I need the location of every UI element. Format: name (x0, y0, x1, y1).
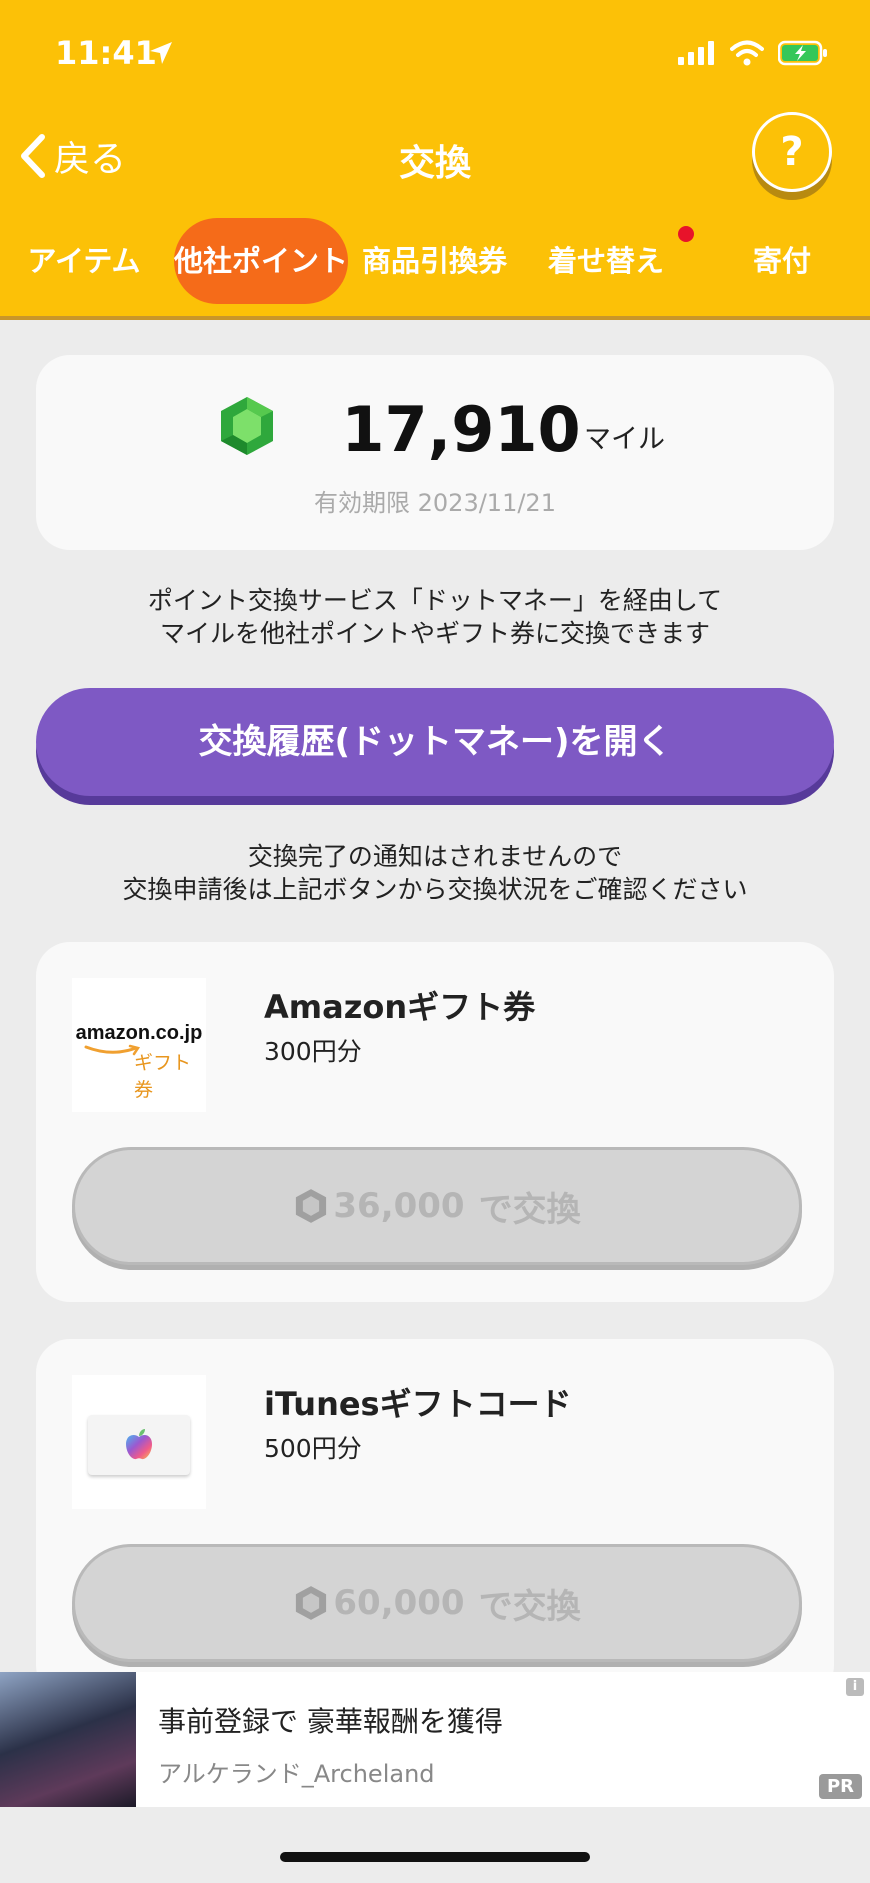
miles-unit: マイル (584, 424, 665, 455)
status-icons (678, 40, 828, 66)
ad-title: 事前登録で 豪華報酬を獲得 (158, 1705, 503, 1738)
gray-gem-icon (296, 1189, 327, 1223)
amazon-logo: amazon.co.jp ギフト券 (72, 978, 206, 1112)
exchange-button-itunes[interactable]: 60,000 で交換 (72, 1544, 802, 1662)
product-price: 300円分 (264, 1037, 362, 1066)
itunes-logo (72, 1375, 206, 1509)
exchange-cost: 36,000 (333, 1186, 465, 1226)
product-name: Amazonギフト券 (264, 988, 536, 1026)
exchange-button-amazon[interactable]: 36,000 で交換 (72, 1147, 802, 1265)
product-price: 500円分 (264, 1434, 362, 1463)
open-history-button[interactable]: 交換履歴(ドットマネー)を開く (36, 688, 834, 796)
battery-charging-icon (778, 40, 827, 66)
ad-banner[interactable]: 事前登録で 豪華報酬を獲得 アルケランド_Archeland i PR (0, 1672, 870, 1807)
exchange-action: で交換 (478, 1586, 581, 1627)
description-line-2: マイルを他社ポイントやギフト券に交換できます (159, 619, 710, 648)
ad-image (0, 1672, 136, 1807)
tab-themes[interactable]: 着せ替え (544, 218, 668, 304)
signal-icon (678, 41, 714, 65)
tab-other-points[interactable]: 他社ポイント (174, 218, 348, 304)
miles-balance: 17,910 (341, 393, 581, 466)
expiry-date: 有効期限 2023/11/21 (314, 489, 556, 517)
status-time: 11:41 (55, 34, 157, 72)
ad-subtitle: アルケランド_Archeland (158, 1760, 435, 1788)
home-indicator (280, 1852, 590, 1862)
amazon-logo-text: amazon.co.jp (75, 1022, 203, 1044)
ad-info-icon[interactable]: i (846, 1678, 864, 1696)
notification-badge (678, 226, 694, 242)
service-description: ポイント交換サービス「ドットマネー」を経由して マイルを他社ポイントやギフト券に… (0, 584, 870, 650)
description-line-1: ポイント交換サービス「ドットマネー」を経由して (147, 586, 723, 615)
notice-line-2: 交換申請後は上記ボタンから交換状況をご確認ください (122, 875, 748, 904)
exchange-cost: 60,000 (333, 1583, 465, 1623)
product-name: iTunesギフトコード (264, 1385, 572, 1423)
amazon-logo-subtext: ギフト券 (134, 1052, 192, 1101)
apple-logo-icon (126, 1429, 152, 1460)
location-arrow-icon (150, 42, 172, 64)
miles-card: 17,910 マイル 有効期限 2023/11/21 (36, 355, 834, 550)
product-card-itunes: iTunesギフトコード 500円分 60,000 で交換 (36, 1339, 834, 1699)
help-button[interactable]: ? (752, 112, 832, 192)
gray-gem-icon (296, 1586, 327, 1620)
green-gem-icon (221, 397, 273, 455)
header: 11:41 戻る 交換 ? アイテム 他社ポイント 商品引換券 着せ替え 寄付 (0, 0, 870, 320)
wifi-icon (730, 40, 764, 66)
tab-bar: アイテム 他社ポイント 商品引換券 着せ替え 寄付 (0, 218, 870, 304)
notice-line-1: 交換完了の通知はされませんので (247, 842, 623, 871)
exchange-action: で交換 (478, 1189, 581, 1230)
product-card-amazon: amazon.co.jp ギフト券 Amazonギフト券 300円分 36,00… (36, 942, 834, 1302)
tab-items[interactable]: アイテム (22, 218, 146, 304)
tab-donation[interactable]: 寄付 (740, 218, 824, 304)
page-title: 交換 (398, 143, 471, 184)
tab-vouchers[interactable]: 商品引換券 (362, 218, 507, 304)
notice-text: 交換完了の通知はされませんので 交換申請後は上記ボタンから交換状況をご確認くださ… (0, 840, 870, 906)
ad-pr-badge: PR (818, 1774, 862, 1799)
